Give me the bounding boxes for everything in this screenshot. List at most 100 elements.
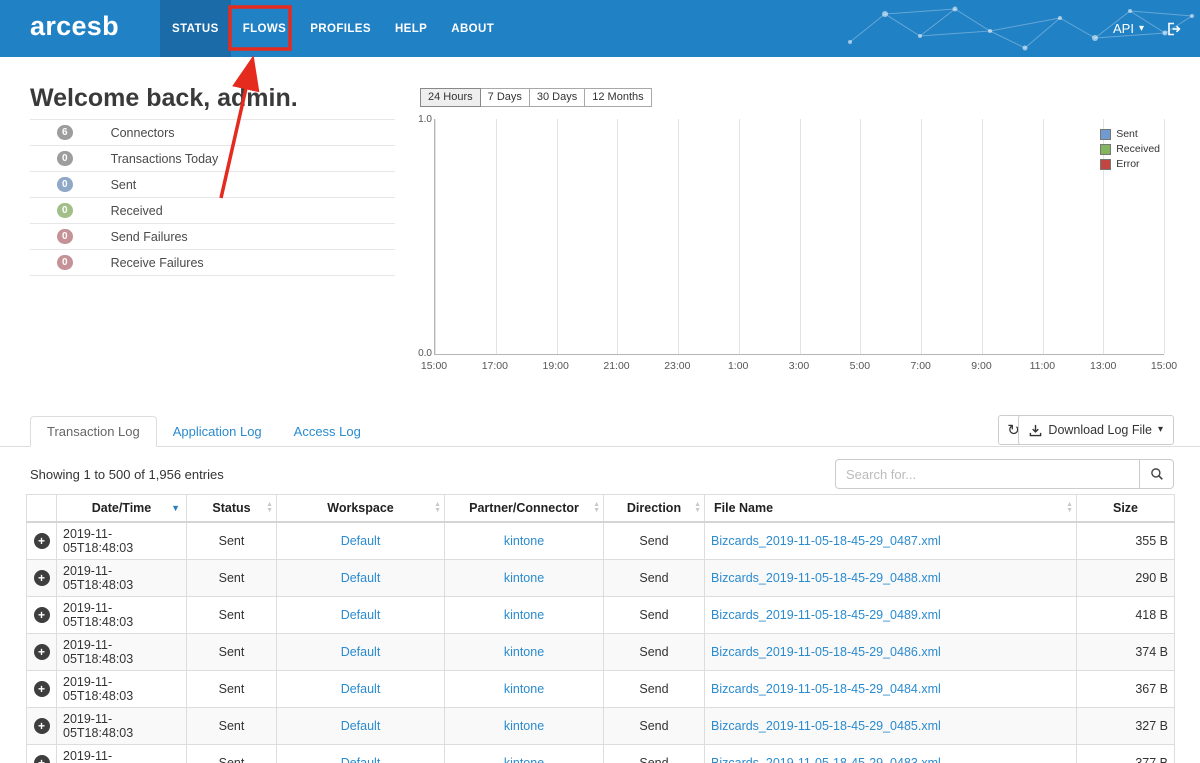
- nav-item[interactable]: ABOUT: [439, 0, 506, 57]
- header-label: Workspace: [327, 501, 394, 515]
- filename-cell: Bizcards_2019-11-05-18-45-29_0484.xml: [704, 670, 1077, 708]
- chart-gridline: [1164, 119, 1165, 354]
- size-cell: 377 B: [1076, 744, 1175, 763]
- log-tab[interactable]: Transaction Log: [30, 416, 157, 447]
- file-link[interactable]: Bizcards_2019-11-05-18-45-29_0483.xml: [711, 756, 941, 763]
- header-file-name[interactable]: File Name ▲ ▼: [704, 494, 1077, 523]
- log-tabs: Transaction Log Application Log Access L…: [30, 416, 377, 447]
- sort-desc-icon[interactable]: ▼: [171, 503, 180, 513]
- nav-item[interactable]: HELP: [383, 0, 439, 57]
- status-cell: Sent: [186, 521, 277, 560]
- header-label: Direction: [626, 501, 682, 515]
- workspace-link[interactable]: Default: [341, 608, 381, 622]
- file-link[interactable]: Bizcards_2019-11-05-18-45-29_0489.xml: [711, 608, 941, 622]
- expand-row-icon[interactable]: +: [33, 718, 50, 734]
- stat-badge: 0: [57, 203, 73, 218]
- filename-cell: Bizcards_2019-11-05-18-45-29_0489.xml: [704, 596, 1077, 634]
- workspace-link[interactable]: Default: [341, 534, 381, 548]
- partner-link[interactable]: kintone: [504, 756, 544, 763]
- expand-row-icon[interactable]: +: [33, 755, 50, 763]
- file-link[interactable]: Bizcards_2019-11-05-18-45-29_0487.xml: [711, 534, 941, 548]
- download-label: Download Log File: [1048, 423, 1152, 437]
- header-partner-connector[interactable]: Partner/Connector ▲ ▼: [444, 494, 604, 523]
- search-input[interactable]: [835, 459, 1140, 489]
- logout-button[interactable]: [1166, 21, 1182, 37]
- expand-row-icon[interactable]: +: [33, 681, 50, 697]
- partner-link[interactable]: kintone: [504, 682, 544, 696]
- chart-legend: Sent Received Error: [1100, 128, 1160, 173]
- expand-cell[interactable]: +: [26, 521, 57, 560]
- header-direction[interactable]: Direction ▲ ▼: [603, 494, 705, 523]
- stat-label: Send Failures: [110, 229, 188, 244]
- size-cell: 355 B: [1076, 521, 1175, 560]
- file-link[interactable]: Bizcards_2019-11-05-18-45-29_0485.xml: [711, 719, 941, 733]
- header-workspace[interactable]: Workspace ▲ ▼: [276, 494, 445, 523]
- download-log-button[interactable]: Download Log File ▾: [1018, 415, 1174, 445]
- table-row: + 2019-11-05T18:48:03 Sent Default kinto…: [26, 521, 1175, 560]
- datetime-cell: 2019-11-05T18:48:03: [56, 521, 187, 560]
- search-button[interactable]: [1140, 459, 1174, 489]
- chart-gridline: [1042, 119, 1044, 354]
- status-cell: Sent: [186, 559, 277, 597]
- api-label: API: [1113, 21, 1134, 36]
- range-tab[interactable]: 12 Months: [584, 88, 652, 107]
- sort-icon[interactable]: ▲ ▼: [1066, 501, 1073, 514]
- download-icon: [1030, 424, 1042, 436]
- partner-link[interactable]: kintone: [504, 645, 544, 659]
- range-tab[interactable]: 24 Hours: [420, 88, 481, 107]
- sort-icon[interactable]: ▲ ▼: [694, 501, 701, 514]
- workspace-link[interactable]: Default: [341, 571, 381, 585]
- nav-item[interactable]: STATUS: [160, 0, 231, 57]
- workspace-link[interactable]: Default: [341, 682, 381, 696]
- partner-cell: kintone: [444, 670, 604, 708]
- sort-icon[interactable]: ▲ ▼: [434, 501, 441, 514]
- filename-cell: Bizcards_2019-11-05-18-45-29_0483.xml: [704, 744, 1077, 763]
- sort-icon[interactable]: ▲ ▼: [266, 501, 273, 514]
- api-menu[interactable]: API ▾: [1113, 21, 1144, 36]
- expand-cell[interactable]: +: [26, 707, 57, 745]
- nav-item[interactable]: PROFILES: [298, 0, 383, 57]
- partner-link[interactable]: kintone: [504, 719, 544, 733]
- sort-icon[interactable]: ▲ ▼: [593, 501, 600, 514]
- expand-cell[interactable]: +: [26, 633, 57, 671]
- chart-gridline: [678, 119, 679, 354]
- log-tab[interactable]: Application Log: [157, 416, 278, 447]
- file-link[interactable]: Bizcards_2019-11-05-18-45-29_0488.xml: [711, 571, 941, 585]
- expand-row-icon[interactable]: +: [33, 570, 50, 586]
- log-tab[interactable]: Access Log: [278, 416, 377, 447]
- workspace-link[interactable]: Default: [341, 719, 381, 733]
- stat-badge: 0: [57, 229, 73, 244]
- brand-logo[interactable]: arcesb: [30, 11, 119, 42]
- direction-cell: Send: [603, 559, 705, 597]
- file-link[interactable]: Bizcards_2019-11-05-18-45-29_0484.xml: [711, 682, 941, 696]
- legend-entry: Received: [1100, 143, 1160, 155]
- partner-link[interactable]: kintone: [504, 534, 544, 548]
- datetime-cell: 2019-11-05T18:48:03: [56, 596, 187, 634]
- x-axis-tick-label: 15:00: [420, 360, 448, 372]
- expand-cell[interactable]: +: [26, 744, 57, 763]
- partner-link[interactable]: kintone: [504, 571, 544, 585]
- workspace-link[interactable]: Default: [341, 645, 381, 659]
- header-size[interactable]: Size: [1076, 494, 1175, 523]
- workspace-link[interactable]: Default: [341, 756, 381, 763]
- table-row: + 2019-11-05T18:48:03 Sent Default kinto…: [26, 559, 1175, 597]
- header-datetime[interactable]: Date/Time ▼: [56, 494, 187, 523]
- partner-link[interactable]: kintone: [504, 608, 544, 622]
- expand-row-icon[interactable]: +: [33, 533, 50, 549]
- file-link[interactable]: Bizcards_2019-11-05-18-45-29_0486.xml: [711, 645, 941, 659]
- header-status[interactable]: Status ▲ ▼: [186, 494, 277, 523]
- expand-cell[interactable]: +: [26, 559, 57, 597]
- header-expand: [26, 494, 57, 523]
- x-axis-tick-label: 23:00: [664, 360, 691, 372]
- expand-cell[interactable]: +: [26, 670, 57, 708]
- size-cell: 418 B: [1076, 596, 1175, 634]
- stat-label: Received: [110, 203, 163, 218]
- expand-row-icon[interactable]: +: [33, 607, 50, 623]
- chart-gridline: [495, 119, 497, 354]
- table-row: + 2019-11-05T18:48:03 Sent Default kinto…: [26, 596, 1175, 634]
- range-tab[interactable]: 30 Days: [528, 88, 586, 107]
- expand-cell[interactable]: +: [26, 596, 57, 634]
- expand-row-icon[interactable]: +: [33, 644, 50, 660]
- range-tab[interactable]: 7 Days: [479, 88, 530, 107]
- nav-item[interactable]: FLOWS: [231, 0, 299, 57]
